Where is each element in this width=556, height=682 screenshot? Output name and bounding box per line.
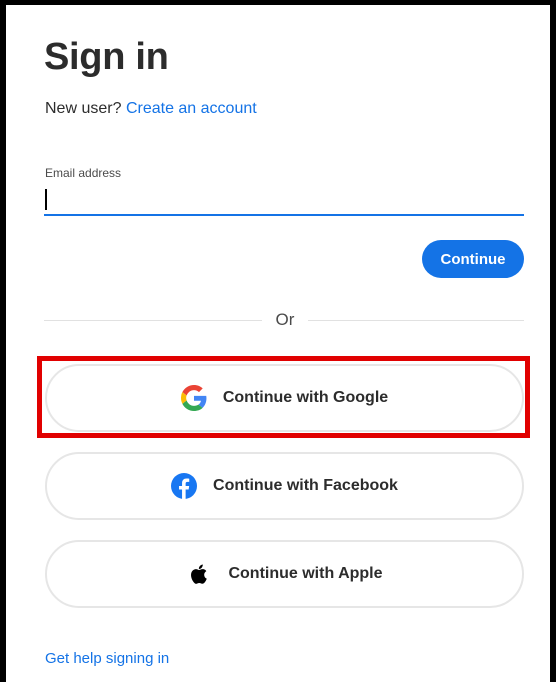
apple-icon (186, 561, 212, 587)
create-account-link[interactable]: Create an account (126, 100, 257, 117)
new-user-prompt: New user? Create an account (45, 100, 257, 118)
new-user-text: New user? (45, 100, 122, 117)
highlight-box (37, 356, 530, 438)
facebook-button-label: Continue with Facebook (213, 477, 398, 494)
continue-with-apple-button[interactable]: Continue with Apple (45, 540, 524, 608)
help-signing-in-link[interactable]: Get help signing in (45, 650, 169, 667)
divider-or: Or (275, 310, 295, 329)
divider-line-left (44, 320, 262, 321)
apple-button-label: Continue with Apple (228, 565, 383, 582)
continue-with-facebook-button[interactable]: Continue with Facebook (45, 452, 524, 520)
text-caret (45, 189, 47, 210)
email-field[interactable] (44, 184, 524, 216)
page-title: Sign in (44, 36, 169, 78)
continue-button[interactable]: Continue (422, 240, 524, 278)
email-label: Email address (45, 166, 122, 180)
facebook-icon (171, 473, 198, 499)
divider-line-right (308, 320, 524, 321)
